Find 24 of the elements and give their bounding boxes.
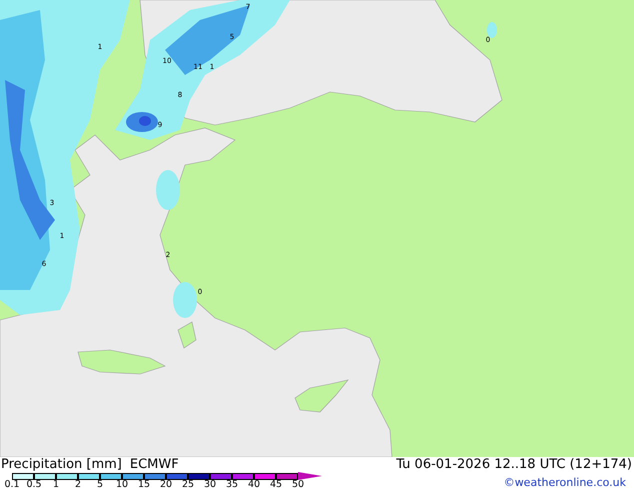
scale-label: 2: [74, 480, 82, 490]
island: [178, 322, 196, 348]
island: [294, 380, 349, 412]
precipitation-area: [173, 282, 197, 318]
scale-label: 40: [248, 480, 260, 490]
scale-label: 35: [226, 480, 238, 490]
scale-label: 1: [52, 480, 60, 490]
legend-title: Precipitation [mm]: [1, 457, 122, 472]
scale-label: 45: [270, 480, 282, 490]
precipitation-area: [487, 22, 497, 38]
scale-arrow-icon: [298, 472, 322, 480]
scale-label: 30: [204, 480, 216, 490]
scale-label: 0.1: [4, 480, 20, 490]
scale-label: 10: [116, 480, 128, 490]
scale-label: 25: [182, 480, 194, 490]
scale-label: 15: [138, 480, 150, 490]
scale-label: 5: [96, 480, 104, 490]
precipitation-area: [156, 170, 180, 210]
credit-text: ©weatheronline.co.uk: [504, 476, 626, 489]
scale-label: 0.5: [26, 480, 42, 490]
scale-label: 20: [160, 480, 172, 490]
valid-time: Tu 06-01-2026 12..18 UTC (12+174): [396, 457, 632, 472]
model-name: ECMWF: [130, 457, 179, 472]
scale-label: 50: [292, 480, 304, 490]
